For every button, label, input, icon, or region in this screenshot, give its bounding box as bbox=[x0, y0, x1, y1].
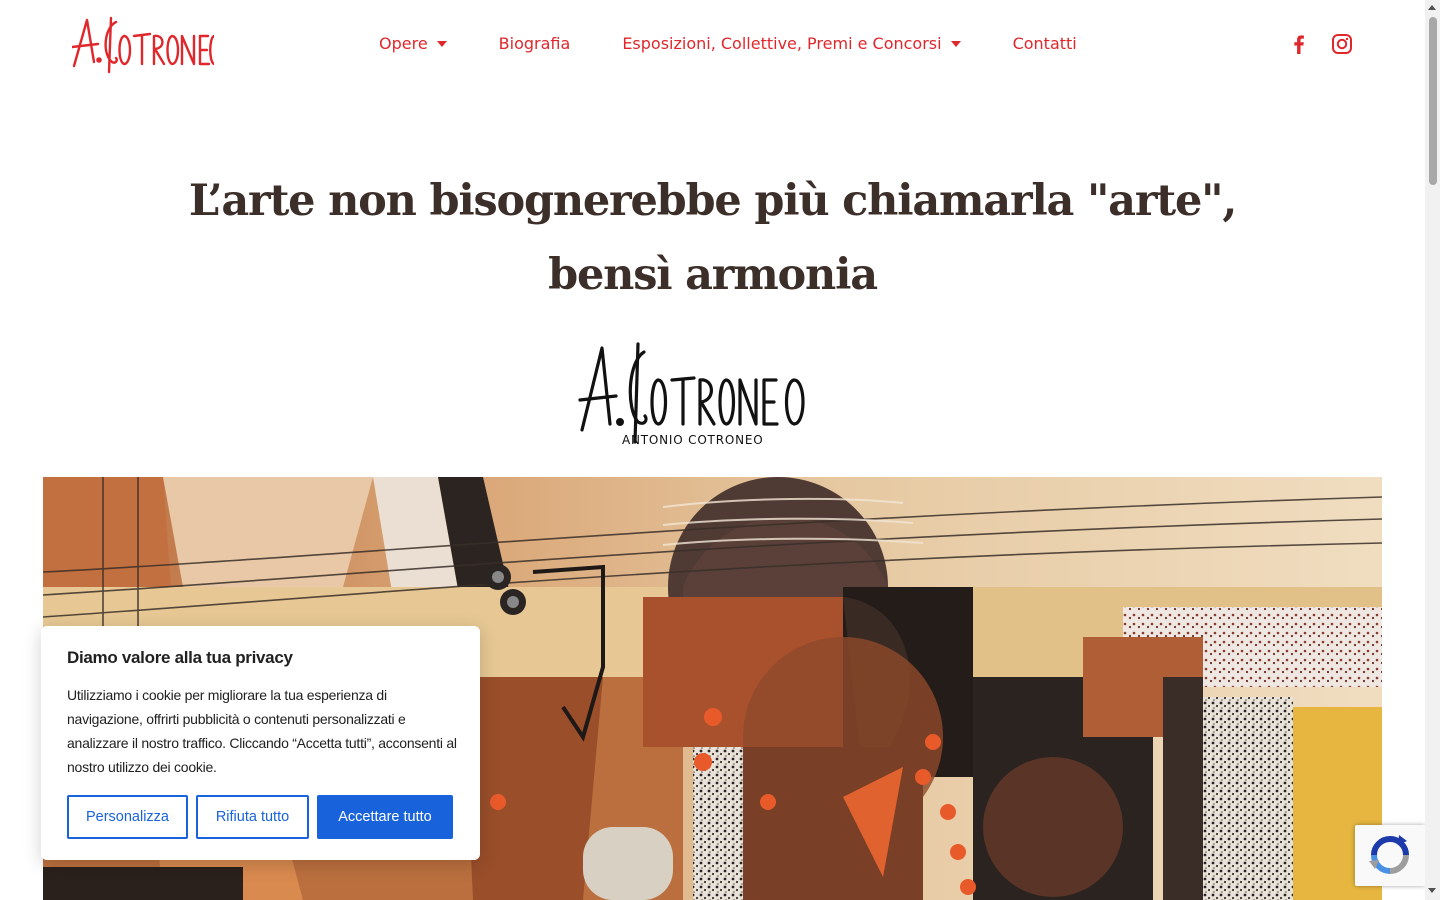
scroll-thumb[interactable] bbox=[1429, 17, 1437, 185]
nav-esposizioni[interactable]: Esposizioni, Collettive, Premi e Concors… bbox=[622, 34, 961, 53]
nav-contatti[interactable]: Contatti bbox=[1013, 34, 1077, 53]
chevron-down-icon bbox=[950, 40, 961, 47]
instagram-icon[interactable] bbox=[1331, 33, 1353, 55]
reject-all-button[interactable]: Rifiuta tutto bbox=[196, 795, 309, 839]
site-logo[interactable] bbox=[72, 14, 214, 74]
nav-contatti-label: Contatti bbox=[1012, 34, 1077, 53]
main-nav: Opere Biografia Esposizioni, Collettive,… bbox=[379, 34, 1077, 53]
cookie-description: Utilizziamo i cookie per migliorare la t… bbox=[67, 687, 457, 775]
cookie-banner: Diamo valore alla tua privacy Utilizziam… bbox=[41, 626, 480, 860]
hero-quote-line1: L’arte non bisognerebbe più chiamarla "a… bbox=[188, 176, 1237, 226]
hero-quote-line2: bensì armonia bbox=[548, 250, 878, 300]
facebook-icon[interactable] bbox=[1288, 33, 1310, 55]
cookie-title: Diamo valore alla tua privacy bbox=[67, 648, 293, 667]
nav-opere[interactable]: Opere bbox=[379, 34, 447, 53]
recaptcha-icon bbox=[1369, 835, 1409, 874]
nav-opere-label: Opere bbox=[379, 34, 428, 53]
scroll-up-icon[interactable] bbox=[1428, 5, 1436, 10]
customize-button[interactable]: Personalizza bbox=[67, 795, 188, 839]
nav-biografia-label: Biografia bbox=[498, 34, 571, 53]
hero-quote: L’arte non bisognerebbe più chiamarla "a… bbox=[0, 164, 1425, 312]
accept-all-button[interactable]: Accettare tutto bbox=[317, 795, 453, 839]
page-scrollbar[interactable] bbox=[1425, 0, 1440, 900]
signature-subtitle: ANTONIO COTRONEO bbox=[622, 433, 763, 447]
nav-esposizioni-label: Esposizioni, Collettive, Premi e Concors… bbox=[622, 34, 942, 53]
signature-logo: ANTONIO COTRONEO bbox=[578, 342, 805, 447]
recaptcha-badge[interactable] bbox=[1355, 825, 1425, 886]
chevron-down-icon bbox=[436, 40, 447, 47]
social-links bbox=[1288, 33, 1353, 55]
nav-biografia[interactable]: Biografia bbox=[499, 34, 571, 53]
scroll-down-icon[interactable] bbox=[1428, 888, 1436, 893]
site-header: Opere Biografia Esposizioni, Collettive,… bbox=[0, 0, 1425, 90]
